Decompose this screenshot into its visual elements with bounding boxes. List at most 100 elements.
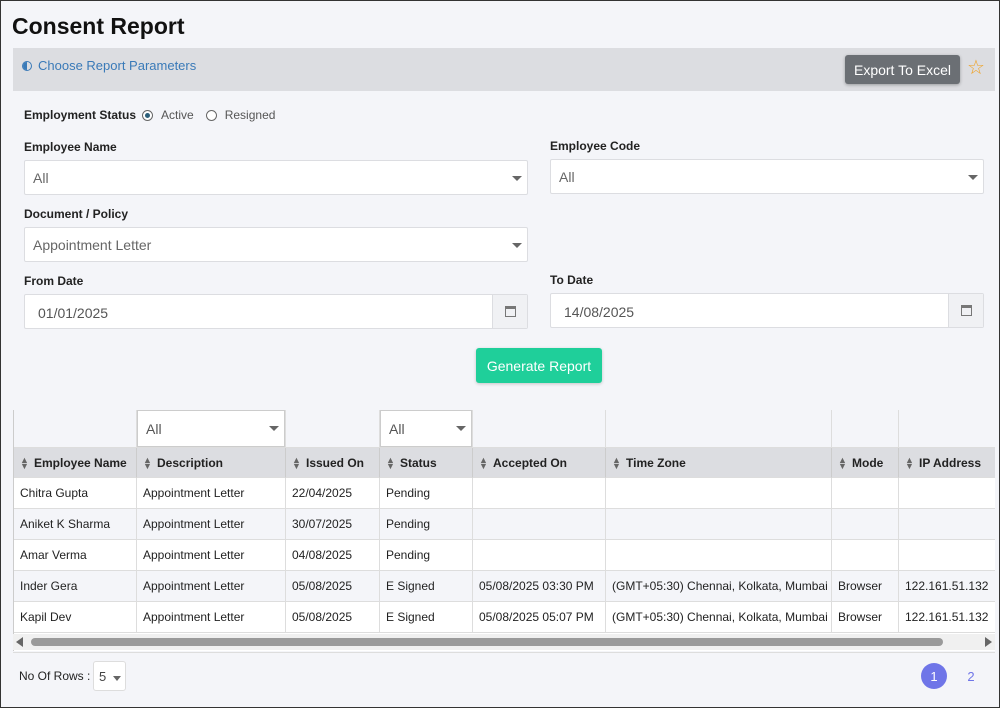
sort-icon: ▲ ▼ (479, 454, 488, 471)
cell-mode (832, 509, 899, 540)
cell-status: Pending (380, 478, 473, 509)
scroll-right-arrow-icon[interactable] (985, 637, 992, 647)
table-row[interactable]: Amar Verma Appointment Letter 04/08/2025… (14, 540, 995, 571)
cell-issued-on: 04/08/2025 (286, 540, 380, 571)
page-button-1[interactable]: 1 (921, 663, 947, 689)
choose-params-link[interactable]: Choose Report Parameters (22, 58, 196, 73)
column-header-label: Description (157, 455, 224, 470)
employee-code-label: Employee Code (550, 139, 641, 153)
employment-status-group: Employment Status Active Resigned (24, 108, 285, 122)
cell-time-zone: (GMT+05:30) Chennai, Kolkata, Mumbai (606, 602, 832, 633)
from-date-input[interactable]: 01/01/2025 (24, 294, 528, 329)
choose-params-label: Choose Report Parameters (38, 58, 197, 73)
cell-mode (832, 478, 899, 509)
employee-code-select[interactable]: All (550, 159, 984, 194)
column-header-issued-on[interactable]: ▲ ▼ Issued On (286, 448, 380, 478)
calendar-icon (960, 305, 972, 316)
to-date-value: 14/08/2025 (564, 304, 635, 320)
from-date-calendar-button[interactable] (492, 295, 527, 328)
cell-mode: Browser (832, 602, 899, 633)
filter-cell-description: All (137, 410, 286, 448)
description-filter-value: All (146, 421, 162, 437)
status-filter-select[interactable]: All (380, 410, 472, 447)
from-date-value: 01/01/2025 (38, 305, 109, 321)
horizontal-scrollbar[interactable] (13, 634, 995, 650)
column-header-ip-address[interactable]: ▲ ▼ IP Address (899, 448, 995, 478)
description-filter-select[interactable]: All (137, 410, 285, 447)
column-header-label: Mode (852, 455, 884, 470)
cell-employee-name: Kapil Dev (14, 602, 137, 633)
cell-ip-address (899, 540, 995, 571)
cell-time-zone (606, 478, 832, 509)
column-header-status[interactable]: ▲ ▼ Status (380, 448, 473, 478)
document-policy-select[interactable]: Appointment Letter (24, 227, 528, 262)
cell-description: Appointment Letter (137, 509, 286, 540)
sort-icon: ▲ ▼ (838, 454, 847, 471)
cell-accepted-on (473, 540, 606, 571)
star-icon[interactable]: ☆ (967, 58, 985, 78)
employee-code-value: All (559, 169, 575, 185)
scroll-left-arrow-icon[interactable] (16, 637, 23, 647)
column-header-label: Employee Name (34, 455, 127, 470)
cell-ip-address: 122.161.51.132 (899, 602, 995, 633)
rows-per-page-label: No Of Rows : (19, 669, 91, 683)
cell-mode: Browser (832, 571, 899, 602)
chevron-down-icon (269, 426, 279, 431)
page-button-2[interactable]: 2 (958, 663, 984, 689)
column-header-employee-name[interactable]: ▲ ▼ Employee Name (14, 448, 137, 478)
to-date-label: To Date (550, 273, 594, 287)
generate-report-button[interactable]: Generate Report (476, 348, 602, 383)
document-policy-label: Document / Policy (24, 207, 129, 221)
column-header-label: Accepted On (493, 455, 568, 470)
cell-status: Pending (380, 509, 473, 540)
cell-time-zone: (GMT+05:30) Chennai, Kolkata, Mumbai (606, 571, 832, 602)
cell-description: Appointment Letter (137, 602, 286, 633)
column-header-accepted-on[interactable]: ▲ ▼ Accepted On (473, 448, 606, 478)
to-date-calendar-button[interactable] (948, 294, 983, 327)
radio-resigned-label: Resigned (224, 108, 276, 122)
employee-name-value: All (33, 170, 49, 186)
column-header-label: Status (400, 455, 437, 470)
column-header-label: Issued On (306, 455, 365, 470)
to-date-input[interactable]: 14/08/2025 (550, 293, 984, 328)
cell-issued-on: 05/08/2025 (286, 602, 380, 633)
employee-name-select[interactable]: All (24, 160, 528, 195)
rows-per-page-select[interactable]: 5 (93, 661, 126, 691)
table-row[interactable]: Chitra Gupta Appointment Letter 22/04/20… (14, 478, 995, 509)
column-header-label: IP Address (919, 455, 982, 470)
table-row[interactable]: Kapil Dev Appointment Letter 05/08/2025 … (14, 602, 995, 633)
column-header-mode[interactable]: ▲ ▼ Mode (832, 448, 899, 478)
column-header-time-zone[interactable]: ▲ ▼ Time Zone (606, 448, 832, 478)
cell-ip-address (899, 509, 995, 540)
column-header-description[interactable]: ▲ ▼ Description (137, 448, 286, 478)
table-row[interactable]: Inder Gera Appointment Letter 05/08/2025… (14, 571, 995, 602)
cell-ip-address (899, 478, 995, 509)
calendar-icon (504, 306, 516, 317)
sort-icon: ▲ ▼ (143, 454, 152, 471)
cell-description: Appointment Letter (137, 478, 286, 509)
sort-icon: ▲ ▼ (612, 454, 621, 471)
filter-row: All All (14, 410, 995, 448)
cell-status: E Signed (380, 602, 473, 633)
chevron-down-icon (113, 676, 121, 681)
cell-status: Pending (380, 540, 473, 571)
sort-icon: ▲ ▼ (292, 454, 301, 471)
filter-cell-empty (14, 410, 137, 448)
table-row[interactable]: Aniket K Sharma Appointment Letter 30/07… (14, 509, 995, 540)
filter-cell-status: All (380, 410, 473, 448)
employment-status-label: Employment Status (24, 108, 137, 122)
cell-time-zone (606, 540, 832, 571)
cell-issued-on: 05/08/2025 (286, 571, 380, 602)
cell-accepted-on (473, 509, 606, 540)
cell-accepted-on: 05/08/2025 03:30 PM (473, 571, 606, 602)
cell-employee-name: Inder Gera (14, 571, 137, 602)
export-to-excel-button[interactable]: Export To Excel (845, 55, 960, 84)
cell-ip-address: 122.161.51.132 (899, 571, 995, 602)
scrollbar-thumb[interactable] (31, 638, 943, 646)
cell-issued-on: 30/07/2025 (286, 509, 380, 540)
page-title: Consent Report (12, 13, 185, 39)
filter-cell-empty (832, 410, 899, 448)
radio-resigned[interactable] (205, 109, 217, 121)
radio-active[interactable] (142, 109, 154, 121)
cell-employee-name: Amar Verma (14, 540, 137, 571)
